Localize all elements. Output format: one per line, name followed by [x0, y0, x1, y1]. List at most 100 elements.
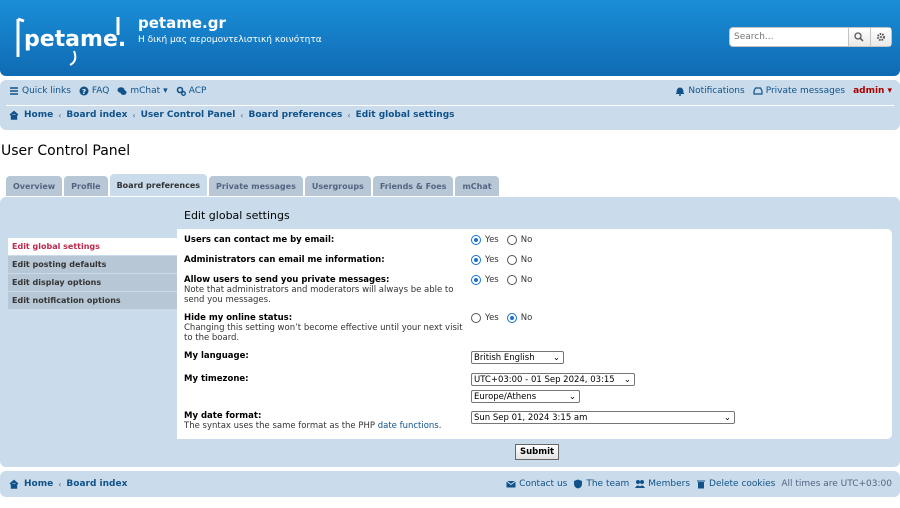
- setting-email-radios: Yes No: [471, 235, 532, 245]
- setting-admin-email-label: Administrators can email me information:: [184, 255, 385, 265]
- date-format-select[interactable]: Sun Sep 01, 2024 3:15 am ⌄: [471, 411, 735, 424]
- timezone-note: All times are UTC+03:00: [781, 479, 892, 489]
- online-yes-radio[interactable]: Yes: [471, 313, 499, 323]
- tab-friends-foes[interactable]: Friends & Foes: [372, 176, 454, 196]
- team-link[interactable]: The team: [573, 479, 629, 489]
- setting-pm-label: Allow users to send you private messages…: [184, 275, 390, 285]
- date-functions-link[interactable]: date functions: [378, 421, 439, 431]
- tab-profile[interactable]: Profile: [64, 176, 108, 196]
- tab-usergroups[interactable]: Usergroups: [304, 176, 371, 196]
- delete-cookies-link[interactable]: Delete cookies: [696, 479, 775, 489]
- email-yes-radio[interactable]: Yes: [471, 235, 499, 245]
- delete-cookies-label: Delete cookies: [709, 479, 776, 489]
- setting-admin-email-row: Administrators can email me information:: [184, 255, 385, 265]
- admin-email-no-radio[interactable]: No: [506, 255, 532, 265]
- members-label: Members: [648, 479, 691, 489]
- breadcrumb: Home ‹ Board index ‹ User Control Panel …: [9, 110, 455, 120]
- radio-label: No: [520, 275, 533, 285]
- setting-online-row: Hide my online status: Changing this set…: [184, 313, 464, 343]
- chat-icon: [117, 87, 127, 95]
- tab-private-messages[interactable]: Private messages: [209, 176, 303, 196]
- tab-bar: Overview Profile Board preferences Priva…: [6, 174, 499, 196]
- breadcrumb-board-index[interactable]: Board index: [66, 110, 127, 120]
- page-title: User Control Panel: [1, 143, 131, 159]
- pm-no-radio[interactable]: No: [506, 275, 533, 285]
- page: petame.gr petame.gr Η δική μας αερομοντε…: [0, 0, 900, 508]
- sidebar-item-notification-options[interactable]: Edit notification options: [8, 292, 177, 309]
- caret-down-icon: ▾: [887, 86, 892, 96]
- breadcrumb-board-preferences[interactable]: Board preferences: [249, 110, 343, 120]
- sidebar-item-global-settings[interactable]: Edit global settings: [8, 238, 177, 255]
- members-link[interactable]: Members: [635, 479, 690, 489]
- users-icon: [635, 480, 646, 488]
- radio-checked-icon: [471, 275, 481, 285]
- tab-board-preferences[interactable]: Board preferences: [109, 174, 208, 196]
- footer-home-link[interactable]: Home: [24, 479, 53, 489]
- sidebar-item-display-options[interactable]: Edit display options: [8, 274, 177, 291]
- contact-us-link[interactable]: Contact us: [506, 479, 567, 489]
- setting-date-format-row: My date format: The syntax uses the same…: [184, 411, 441, 431]
- user-menu[interactable]: admin ▾: [853, 86, 892, 96]
- submit-button[interactable]: Submit: [515, 444, 560, 460]
- notifications-link[interactable]: Notifications: [675, 86, 745, 96]
- site-title[interactable]: petame.gr: [138, 14, 226, 32]
- chevron-left-icon: ‹: [132, 110, 136, 120]
- language-value: British English: [474, 352, 535, 363]
- search-input[interactable]: [730, 28, 848, 46]
- shield-icon: [574, 479, 583, 489]
- faq-link[interactable]: ? FAQ: [79, 86, 109, 96]
- site-logo[interactable]: petame.gr: [14, 13, 126, 69]
- chevron-left-icon: ‹: [58, 479, 62, 489]
- mchat-label: mChat: [130, 86, 161, 96]
- advanced-search-button[interactable]: [869, 28, 891, 46]
- pm-yes-radio[interactable]: Yes: [471, 275, 499, 285]
- menu-icon: [10, 87, 18, 95]
- setting-date-format-explain: The syntax uses the same format as the P…: [184, 421, 441, 431]
- timezone-city-value: Europe/Athens: [474, 391, 537, 402]
- radio-checked-icon: [471, 235, 481, 245]
- setting-email-row: Users can contact me by email:: [184, 235, 334, 245]
- footer-board-index-link[interactable]: Board index: [66, 479, 127, 489]
- admin-email-yes-radio[interactable]: Yes: [471, 255, 499, 265]
- faq-label: FAQ: [91, 86, 110, 96]
- cogs-icon: [176, 86, 186, 96]
- radio-label: No: [520, 235, 533, 245]
- radio-checked-icon: [471, 255, 481, 265]
- breadcrumb-edit-global-settings[interactable]: Edit global settings: [356, 110, 455, 120]
- acp-label: ACP: [188, 86, 207, 96]
- email-no-radio[interactable]: No: [506, 235, 533, 245]
- svg-text:?: ?: [82, 88, 86, 96]
- navbar-divider: [6, 105, 894, 106]
- breadcrumb-home[interactable]: Home: [24, 110, 53, 120]
- date-format-explain-text: The syntax uses the same format as the P…: [184, 421, 376, 431]
- timezone-date-select[interactable]: UTC+03:00 - 01 Sep 2024, 03:15 ⌄: [471, 373, 635, 386]
- acp-link[interactable]: ACP: [176, 86, 207, 96]
- timezone-city-select[interactable]: Europe/Athens ⌄: [471, 390, 580, 403]
- setting-online-explain: Changing this setting won’t become effec…: [184, 323, 463, 343]
- online-no-radio[interactable]: No: [506, 313, 532, 323]
- radio-label: Yes: [485, 235, 499, 245]
- search-box: [729, 27, 892, 47]
- username: admin: [853, 86, 885, 96]
- setting-email-label: Users can contact me by email:: [184, 235, 335, 245]
- home-icon: [9, 479, 19, 489]
- sidebar-item-posting-defaults[interactable]: Edit posting defaults: [8, 256, 177, 273]
- chevron-left-icon: ‹: [58, 110, 62, 120]
- date-format-value: Sun Sep 01, 2024 3:15 am: [474, 412, 588, 423]
- site-header: petame.gr petame.gr Η δική μας αερομοντε…: [0, 0, 900, 76]
- chevron-left-icon: ‹: [347, 110, 351, 120]
- language-select[interactable]: British English ⌄: [471, 351, 564, 364]
- mchat-menu[interactable]: mChat ▾: [117, 86, 168, 96]
- breadcrumb-ucp[interactable]: User Control Panel: [141, 110, 236, 120]
- setting-timezone-label: My timezone:: [184, 374, 249, 384]
- radio-label: Yes: [485, 275, 499, 285]
- tab-mchat[interactable]: mChat: [455, 176, 499, 196]
- content-heading: Edit global settings: [184, 209, 290, 222]
- search-button[interactable]: [848, 28, 870, 46]
- tab-overview[interactable]: Overview: [6, 176, 63, 196]
- private-messages-link[interactable]: Private messages: [753, 86, 845, 96]
- radio-checked-icon: [506, 313, 517, 323]
- setting-pm-row: Allow users to send you private messages…: [184, 275, 464, 305]
- quick-links-menu[interactable]: Quick links: [9, 86, 71, 96]
- chevron-left-icon: ‹: [240, 110, 244, 120]
